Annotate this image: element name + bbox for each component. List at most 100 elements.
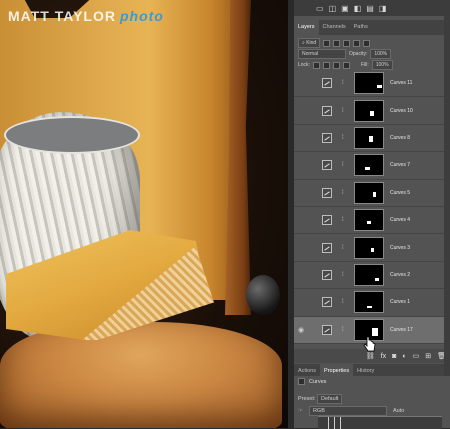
layer-row[interactable]: ⁞ Curves 7 <box>294 152 450 180</box>
mask-spot <box>365 167 370 171</box>
lock-move-icon[interactable] <box>332 61 340 69</box>
curves-adjustment-icon <box>322 160 332 171</box>
layer-mask-thumbnail[interactable] <box>354 236 384 259</box>
hand-cursor-icon <box>363 336 376 352</box>
layer-row[interactable]: ⁞ Curves 11 <box>294 70 450 98</box>
layer-row[interactable]: ⁞ Curves 4 <box>294 207 450 235</box>
chain-link-icon[interactable]: ⁞ <box>342 327 348 333</box>
chain-link-icon[interactable]: ⁞ <box>342 80 348 86</box>
chain-link-icon[interactable]: ⁞ <box>342 108 348 114</box>
properties-tabbar: Actions Properties History <box>294 364 450 376</box>
layer-row[interactable]: ⁞ Curves 10 <box>294 97 450 125</box>
tab-channels[interactable]: Channels <box>319 20 350 35</box>
pixel-filter-icon[interactable] <box>323 39 331 47</box>
fx-icon[interactable]: fx <box>381 353 386 360</box>
curves-adjustment-icon <box>322 132 332 143</box>
filter-kind-value: Kind <box>306 40 317 46</box>
curves-adjustment-icon <box>322 187 332 198</box>
lock-paint-icon[interactable] <box>322 61 330 69</box>
mask-spot <box>373 191 376 197</box>
fill-input[interactable]: 100% <box>371 60 393 70</box>
layer-name: Curves 7 <box>390 162 411 169</box>
filter-kind-select[interactable]: ⌕ Kind <box>298 38 321 48</box>
preset-select[interactable]: Default <box>316 394 343 404</box>
layer-mask-thumbnail[interactable] <box>354 263 384 286</box>
chain-link-icon[interactable]: ⁞ <box>342 245 348 251</box>
tab-actions[interactable]: Actions <box>294 364 320 376</box>
panel-scrollbar[interactable] <box>444 16 450 376</box>
layer-mask-thumbnail[interactable] <box>354 154 384 177</box>
mask-spot <box>367 306 372 309</box>
channel-row: ☞ RGB Auto <box>298 406 446 416</box>
layer-row[interactable]: ⁞ Curves 5 <box>294 180 450 207</box>
mask-spot <box>371 247 374 252</box>
layer-name: Curves 5 <box>390 189 411 196</box>
chain-link-icon[interactable]: ⁞ <box>342 272 348 278</box>
chain-link-icon[interactable]: ⁞ <box>342 299 348 305</box>
lock-label: Lock: <box>298 62 310 68</box>
tab-layers[interactable]: Layers <box>294 20 319 35</box>
lock-all-icon[interactable] <box>342 61 350 69</box>
smart-filter-icon[interactable] <box>363 39 371 47</box>
adjustment-filter-icon[interactable] <box>333 39 341 47</box>
chain-link-icon[interactable]: ⁞ <box>342 162 348 168</box>
chain-link-icon[interactable]: ⁞ <box>342 190 348 196</box>
lock-pixels-icon[interactable] <box>312 61 320 69</box>
tab-properties[interactable]: Properties <box>320 364 354 376</box>
adjustment-icon[interactable]: ◐ <box>402 353 406 360</box>
curves-adjustment-icon <box>322 269 332 280</box>
lock-row: Lock: Fill: 100% <box>298 60 393 70</box>
toolbar-icon[interactable]: ▤ <box>366 4 374 13</box>
toolbar-icon[interactable]: ◨ <box>379 4 387 13</box>
chain-link-icon[interactable]: ⁞ <box>342 217 348 223</box>
mask-spot <box>369 135 373 142</box>
layer-mask-thumbnail[interactable] <box>354 209 384 232</box>
group-icon[interactable]: ▭ <box>413 352 420 360</box>
curves-adjustment-icon <box>322 297 332 308</box>
tab-paths[interactable]: Paths <box>350 20 372 35</box>
toolbar-icon[interactable]: ▣ <box>341 4 349 13</box>
layer-row[interactable]: ⁞ Curves 2 <box>294 262 450 290</box>
layer-row[interactable]: ⁞ Curves 3 <box>294 234 450 262</box>
curves-adjustment-icon <box>322 324 332 335</box>
chain-link-icon[interactable]: ⁞ <box>342 135 348 141</box>
auto-button[interactable]: Auto <box>393 408 404 414</box>
properties-title: Curves <box>309 378 327 385</box>
layer-name: Curves 2 <box>390 271 411 278</box>
graph-gridline <box>340 417 341 429</box>
type-filter-icon[interactable] <box>343 39 351 47</box>
layer-mask-thumbnail[interactable] <box>354 181 384 204</box>
curves-graph[interactable] <box>318 416 442 429</box>
filter-row: ⌕ Kind <box>298 38 371 48</box>
opacity-input[interactable]: 100% <box>370 49 392 59</box>
target-adjust-icon[interactable]: ☞ <box>298 408 303 414</box>
layer-row[interactable]: ⁞ Curves 8 <box>294 125 450 153</box>
layer-name: Curves 11 <box>390 80 413 87</box>
curves-icon <box>298 378 305 385</box>
search-icon: ⌕ <box>302 40 305 46</box>
graph-gridline <box>334 417 335 429</box>
document-canvas[interactable]: MATT TAYLOR photo <box>0 0 288 428</box>
tab-history[interactable]: History <box>353 364 378 376</box>
layer-name: Curves 1 <box>390 299 411 306</box>
curves-adjustment-icon <box>322 78 332 89</box>
right-panel: ▭ ◫ ▣ ◧ ▤ ◨ Layers Channels Paths ⌕ Kind… <box>288 0 450 429</box>
layer-mask-thumbnail[interactable] <box>354 72 384 95</box>
toolbar-icon[interactable]: ▭ <box>316 4 324 13</box>
shape-filter-icon[interactable] <box>353 39 361 47</box>
layer-row[interactable]: ⁞ Curves 1 <box>294 289 450 317</box>
layer-mask-thumbnail[interactable] <box>354 291 384 314</box>
toolbar-icon[interactable]: ◫ <box>329 4 337 13</box>
mask-icon[interactable]: ◙ <box>392 353 396 360</box>
visibility-eye-icon[interactable]: ◉ <box>294 326 308 334</box>
new-layer-icon[interactable]: ⊞ <box>425 352 431 360</box>
toolbar-icon[interactable]: ◧ <box>354 4 362 13</box>
graph-gridline <box>328 417 329 429</box>
layer-name: Curves 17 <box>390 326 413 333</box>
blend-mode-select[interactable]: Normal <box>298 49 346 59</box>
layer-mask-thumbnail[interactable] <box>354 99 384 122</box>
tool-strip: ▭ ◫ ▣ ◧ ▤ ◨ <box>294 0 450 16</box>
layer-mask-thumbnail[interactable] <box>354 126 384 149</box>
layer-name: Curves 8 <box>390 134 411 141</box>
channel-select[interactable]: RGB <box>308 406 387 416</box>
